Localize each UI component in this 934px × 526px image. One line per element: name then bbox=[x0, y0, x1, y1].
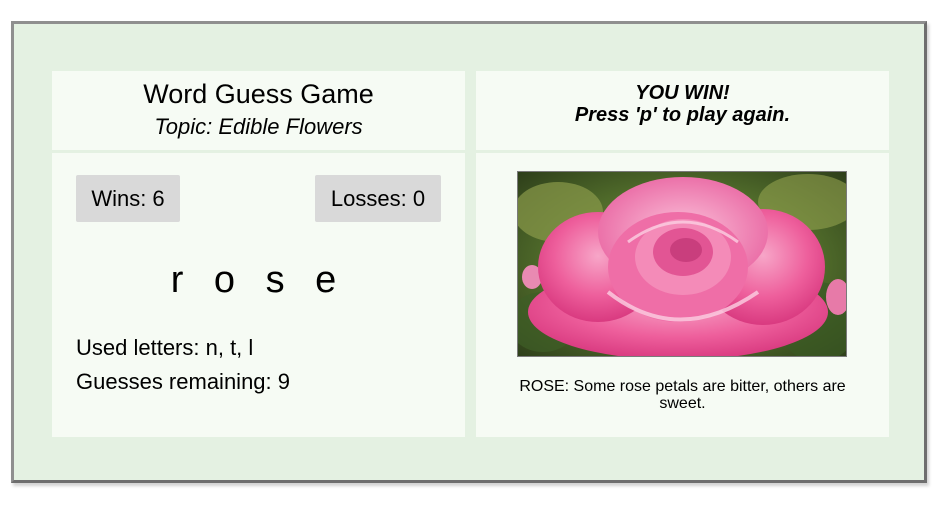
flower-caption: ROSE: Some rose petals are bitter, other… bbox=[519, 378, 846, 412]
status-panel: YOU WIN! Press 'p' to play again. bbox=[476, 71, 889, 150]
win-message: YOU WIN! Press 'p' to play again. bbox=[476, 82, 889, 126]
play-again-hint: Press 'p' to play again. bbox=[574, 104, 791, 126]
losses-counter: Losses: 0 bbox=[315, 175, 441, 222]
wins-counter: Wins: 6 bbox=[76, 175, 180, 222]
reveal-panel: ROSE: Some rose petals are bitter, other… bbox=[476, 153, 889, 437]
used-letters: Used letters: n, t, l bbox=[76, 335, 254, 360]
game-board-panel: Wins: 6 Losses: 0 r o s e Used letters: … bbox=[52, 153, 465, 437]
rose-image bbox=[517, 171, 847, 357]
game-topic: Topic: Edible Flowers bbox=[154, 114, 363, 139]
game-title: Word Guess Game bbox=[143, 79, 374, 109]
current-word: r o s e bbox=[170, 259, 347, 301]
win-title: YOU WIN! bbox=[635, 82, 730, 104]
title-panel: Word Guess Game Topic: Edible Flowers bbox=[52, 71, 465, 150]
guesses-remaining: Guesses remaining: 9 bbox=[76, 369, 290, 394]
